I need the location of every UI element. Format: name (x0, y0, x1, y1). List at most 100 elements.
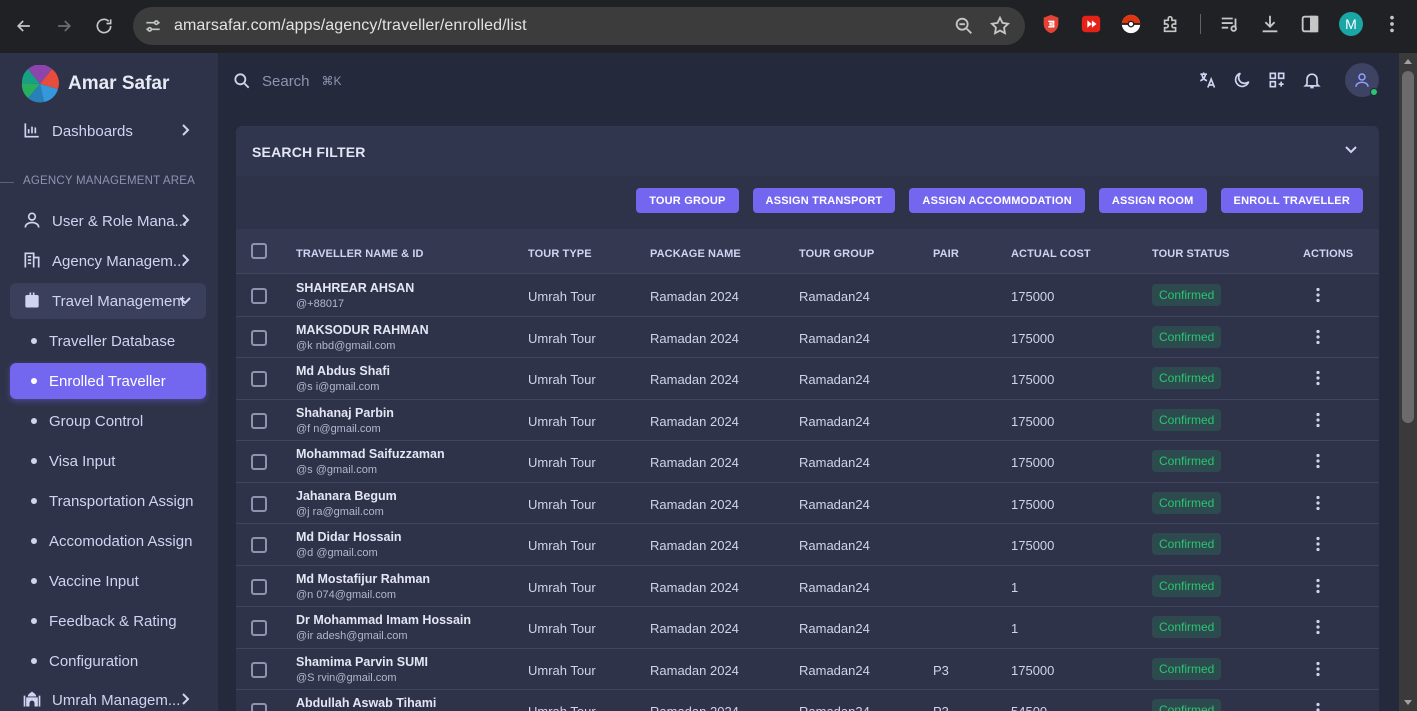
assign-accommodation-button[interactable]: ASSIGN ACCOMMODATION (909, 188, 1085, 213)
more-vertical-icon[interactable] (1312, 329, 1324, 345)
table-row[interactable]: Mohammad Saifuzzaman @s @gmail.com Umrah T… (236, 441, 1379, 483)
extension-shield-icon[interactable] (1040, 13, 1062, 35)
row-checkbox[interactable] (251, 661, 267, 678)
traveller-name[interactable]: Md Abdus Shafi (296, 364, 390, 378)
sidebar-item-user-role[interactable]: User & Role Mana... (10, 203, 206, 239)
sidebar-item-accomodation-assign[interactable]: Accomodation Assign (10, 523, 206, 559)
sidebar-item-group-control[interactable]: Group Control (10, 403, 206, 439)
traveller-name[interactable]: Abdullah Aswab Tihami (296, 696, 436, 710)
column-header-tour-type[interactable]: TOUR TYPE (528, 248, 592, 260)
row-checkbox[interactable] (251, 495, 267, 512)
column-header-cost[interactable]: ACTUAL COST (1011, 248, 1091, 260)
row-checkbox[interactable] (251, 454, 267, 470)
row-checkbox[interactable] (251, 412, 267, 429)
assign-room-button[interactable]: ASSIGN ROOM (1098, 188, 1207, 213)
table-row[interactable]: Abdullah Aswab Tihami Umrah Tour Ramadan 2… (236, 690, 1379, 711)
row-checkbox[interactable] (251, 537, 267, 553)
bookmark-star-icon[interactable] (989, 15, 1011, 42)
profile-avatar[interactable]: M (1339, 12, 1363, 36)
table-row[interactable]: Jahanara Begum @j ra@gmail.com Umrah Tour R… (236, 483, 1379, 524)
enroll-traveller-button[interactable]: ENROLL TRAVELLER (1220, 188, 1363, 213)
table-row[interactable]: Shamima Parvin SUMI @S rvin@gmail.com Umra… (236, 649, 1379, 690)
more-vertical-icon[interactable] (1312, 702, 1324, 711)
sidebar-item-feedback-rating[interactable]: Feedback & Rating (10, 603, 206, 639)
table-row[interactable]: Dr Mohammad Imam Hossain @ir adesh@gmail.… (236, 607, 1379, 649)
bell-icon[interactable] (1302, 70, 1322, 90)
traveller-name[interactable]: SHAHREAR AHSAN (296, 281, 414, 295)
column-header-status[interactable]: TOUR STATUS (1152, 248, 1230, 260)
table-row[interactable]: Shahanaj Parbin @f n@gmail.com Umrah Tour R… (236, 400, 1379, 441)
extension-video-icon[interactable] (1080, 13, 1102, 35)
table-row[interactable]: SHAHREAR AHSAN @+88017 Umrah Tour Ramadan 2… (236, 275, 1379, 317)
more-vertical-icon[interactable] (1312, 370, 1324, 386)
traveller-name[interactable]: Jahanara Begum (296, 489, 397, 503)
download-icon[interactable] (1259, 13, 1281, 35)
sidebar-item-dashboards[interactable]: Dashboards (10, 113, 206, 149)
browser-menu-icon[interactable] (1381, 13, 1394, 35)
column-header-package[interactable]: PACKAGE NAME (650, 248, 741, 260)
apps-grid-icon[interactable] (1267, 70, 1287, 90)
more-vertical-icon[interactable] (1312, 578, 1324, 594)
more-vertical-icon[interactable] (1312, 619, 1324, 635)
traveller-name[interactable]: Shahanaj Parbin (296, 406, 394, 420)
table-row[interactable]: Md Abdus Shafi @s i@gmail.com Umrah Tour Ra… (236, 358, 1379, 400)
more-vertical-icon[interactable] (1312, 453, 1324, 469)
media-controls-icon[interactable] (1219, 13, 1241, 35)
app-logo[interactable]: Amar Safar (20, 65, 169, 103)
row-checkbox[interactable] (251, 371, 267, 387)
sidebar-item-traveller-database[interactable]: Traveller Database (10, 323, 206, 359)
moon-icon[interactable] (1232, 70, 1252, 90)
more-vertical-icon[interactable] (1312, 287, 1324, 303)
assign-transport-button[interactable]: ASSIGN TRANSPORT (752, 188, 896, 213)
table-row[interactable]: Md Didar Hossain @d @gmail.com Umrah Tour R… (236, 524, 1379, 566)
select-all-checkbox[interactable] (251, 243, 267, 259)
row-checkbox[interactable] (251, 620, 267, 636)
table-row[interactable]: MAKSODUR RAHMAN @k nbd@gmail.com Umrah Tou… (236, 317, 1379, 358)
search-filter-header[interactable]: SEARCH FILTER (236, 126, 1379, 176)
zoom-icon[interactable] (953, 15, 975, 42)
address-bar[interactable]: amarsafar.com/apps/agency/traveller/enro… (133, 7, 1025, 45)
reload-icon[interactable] (90, 12, 118, 40)
traveller-name[interactable]: Dr Mohammad Imam Hossain (296, 613, 471, 627)
row-checkbox[interactable] (251, 329, 267, 346)
site-info-icon[interactable] (143, 16, 163, 36)
user-avatar[interactable] (1345, 63, 1379, 97)
row-checkbox[interactable] (251, 578, 267, 595)
extension-pokeball-icon[interactable] (1120, 13, 1142, 35)
sidebar-item-travel-management[interactable]: Travel Management (10, 283, 206, 319)
translate-icon[interactable] (1197, 70, 1217, 90)
traveller-name[interactable]: Mohammad Saifuzzaman (296, 447, 445, 461)
page-scrollbar[interactable] (1399, 53, 1417, 711)
sidebar-item-visa-input[interactable]: Visa Input (10, 443, 206, 479)
traveller-name[interactable]: Md Didar Hossain (296, 530, 402, 544)
table-row[interactable]: Md Mostafijur Rahman @n 074@gmail.com Umra… (236, 566, 1379, 607)
traveller-name[interactable]: Shamima Parvin SUMI (296, 655, 428, 669)
sidebar-item-configuration[interactable]: Configuration (10, 643, 206, 679)
scroll-down-arrow-icon[interactable] (1404, 700, 1412, 705)
traveller-name[interactable]: MAKSODUR RAHMAN (296, 323, 429, 337)
more-vertical-icon[interactable] (1312, 661, 1324, 677)
more-vertical-icon[interactable] (1312, 495, 1324, 511)
scrollbar-thumb[interactable] (1402, 71, 1414, 423)
more-vertical-icon[interactable] (1312, 536, 1324, 552)
sidebar-item-vaccine-input[interactable]: Vaccine Input (10, 563, 206, 599)
row-checkbox[interactable] (251, 288, 267, 304)
column-header-pair[interactable]: PAIR (933, 248, 959, 260)
tour-group-button[interactable]: TOUR GROUP (636, 188, 739, 213)
forward-icon[interactable] (50, 12, 78, 40)
side-panel-icon[interactable] (1299, 13, 1321, 35)
sidebar-item-umrah-management[interactable]: Umrah Managem... (10, 682, 206, 711)
back-icon[interactable] (10, 12, 38, 40)
traveller-name[interactable]: Md Mostafijur Rahman (296, 572, 430, 586)
column-header-tour-group[interactable]: TOUR GROUP (799, 248, 874, 260)
row-checkbox[interactable] (251, 703, 267, 711)
extensions-puzzle-icon[interactable] (1160, 13, 1182, 35)
scroll-up-arrow-icon[interactable] (1404, 59, 1412, 64)
column-header-name[interactable]: TRAVELLER NAME & ID (296, 248, 424, 260)
chevron-down-icon[interactable] (1343, 141, 1359, 157)
more-vertical-icon[interactable] (1312, 412, 1324, 428)
sidebar-item-agency-management[interactable]: Agency Managem... (10, 243, 206, 279)
sidebar-item-enrolled-traveller[interactable]: Enrolled Traveller (10, 363, 206, 399)
sidebar-item-transportation-assign[interactable]: Transportation Assign (10, 483, 206, 519)
search-trigger[interactable]: Search ⌘K (232, 71, 346, 91)
